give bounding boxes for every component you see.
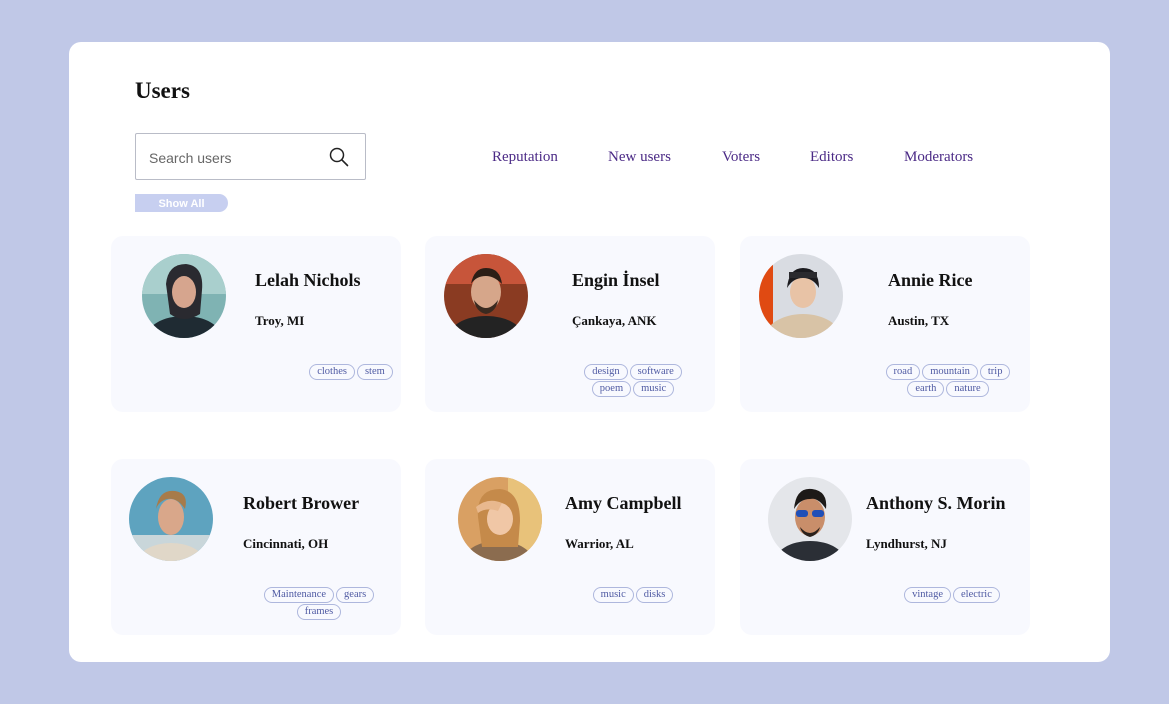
user-card[interactable]: Engin İnsel Çankaya, ANK design software… [425, 236, 715, 412]
search-icon[interactable] [329, 147, 349, 167]
tag[interactable]: road [885, 364, 921, 380]
user-location: Lyndhurst, NJ [866, 536, 947, 551]
show-all-button[interactable]: Show All [135, 194, 228, 212]
tag[interactable]: design [584, 364, 628, 380]
tag-list: music disks [583, 587, 683, 603]
tag[interactable]: mountain [922, 364, 978, 380]
user-name[interactable]: Robert Brower [243, 493, 359, 514]
tag-list: road mountain trip earth nature [883, 364, 1013, 397]
user-card[interactable]: Annie Rice Austin, TX road mountain trip… [740, 236, 1030, 412]
avatar [759, 254, 843, 338]
tag[interactable]: software [629, 364, 682, 380]
tab-editors[interactable]: Editors [810, 149, 853, 166]
tag[interactable]: music [633, 381, 675, 397]
user-name[interactable]: Anthony S. Morin [866, 493, 1006, 514]
search-input[interactable] [147, 134, 331, 181]
user-card[interactable]: Lelah Nichols Troy, MI clothes stem [111, 236, 401, 412]
tag[interactable]: poem [591, 381, 632, 397]
tag-list: design software poem music [575, 364, 691, 397]
user-location: Warrior, AL [565, 536, 634, 551]
tag[interactable]: electric [953, 587, 1000, 603]
user-card[interactable]: Robert Brower Cincinnati, OH Maintenance… [111, 459, 401, 635]
tag[interactable]: gears [336, 587, 375, 603]
avatar [444, 254, 528, 338]
avatar [458, 477, 542, 561]
user-name[interactable]: Annie Rice [888, 270, 973, 291]
tab-reputation[interactable]: Reputation [492, 149, 558, 166]
tag-list: clothes stem [251, 364, 451, 380]
page-title: Users [135, 78, 190, 103]
user-location: Troy, MI [255, 313, 305, 328]
user-name[interactable]: Engin İnsel [572, 270, 660, 291]
tag[interactable]: stem [356, 364, 393, 380]
avatar [129, 477, 213, 561]
user-location: Austin, TX [888, 313, 950, 328]
tag-list: Maintenance gears frames [258, 587, 380, 620]
tab-new-users[interactable]: New users [608, 149, 671, 166]
tab-moderators[interactable]: Moderators [904, 149, 973, 166]
tag[interactable]: trip [979, 364, 1011, 380]
tag[interactable]: disks [635, 587, 674, 603]
avatar [142, 254, 226, 338]
tag[interactable]: music [592, 587, 634, 603]
user-name[interactable]: Lelah Nichols [255, 270, 361, 291]
tag[interactable]: Maintenance [263, 587, 335, 603]
avatar [768, 477, 852, 561]
user-location: Cincinnati, OH [243, 536, 329, 551]
user-location: Çankaya, ANK [572, 313, 657, 328]
tag[interactable]: nature [946, 381, 989, 397]
user-card[interactable]: Amy Campbell Warrior, AL music disks [425, 459, 715, 635]
tag[interactable]: clothes [309, 364, 355, 380]
users-panel: Users Show All Reputation New users Vote… [69, 42, 1110, 662]
tag[interactable]: earth [907, 381, 945, 397]
tag[interactable]: vintage [904, 587, 951, 603]
user-name[interactable]: Amy Campbell [565, 493, 682, 514]
user-card[interactable]: Anthony S. Morin Lyndhurst, NJ vintage e… [740, 459, 1030, 635]
tag-list: vintage electric [892, 587, 1012, 603]
search-box[interactable] [135, 133, 366, 181]
tag[interactable]: frames [296, 604, 342, 620]
tab-voters[interactable]: Voters [722, 149, 760, 166]
